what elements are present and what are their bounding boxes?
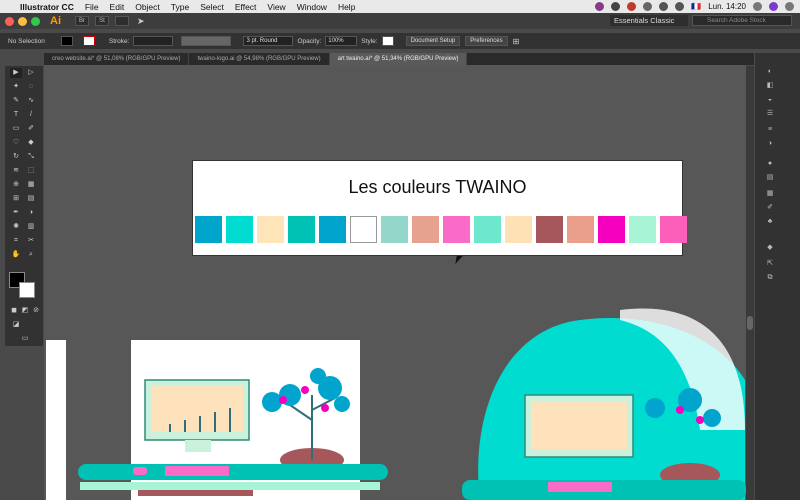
color-swatch[interactable] bbox=[288, 216, 315, 243]
color-palette-card[interactable]: Les couleurs TWAINO bbox=[192, 160, 687, 256]
color-swatch[interactable] bbox=[381, 216, 408, 243]
color-swatch[interactable] bbox=[598, 216, 625, 243]
leaf bbox=[334, 396, 350, 412]
keyboard bbox=[165, 466, 229, 476]
artboard-left-edge bbox=[46, 340, 66, 500]
color-swatch[interactable] bbox=[660, 216, 687, 243]
tomato bbox=[696, 416, 704, 424]
color-swatch[interactable] bbox=[474, 216, 501, 243]
leaf bbox=[262, 392, 282, 412]
color-swatch[interactable] bbox=[505, 216, 532, 243]
desk-top bbox=[78, 464, 388, 480]
tomato bbox=[321, 404, 329, 412]
color-swatch[interactable] bbox=[350, 216, 377, 243]
keyboard-right bbox=[548, 482, 612, 492]
color-swatch[interactable] bbox=[195, 216, 222, 243]
mouse bbox=[133, 467, 147, 475]
leaf bbox=[645, 398, 665, 418]
monitor-screen-right bbox=[531, 401, 627, 449]
tomato bbox=[676, 406, 684, 414]
color-swatch[interactable] bbox=[257, 216, 284, 243]
tomato bbox=[279, 396, 287, 404]
color-swatch[interactable] bbox=[412, 216, 439, 243]
tomato bbox=[301, 386, 309, 394]
swatch-row bbox=[195, 216, 687, 243]
palette-title: Les couleurs TWAINO bbox=[348, 177, 527, 197]
color-swatch[interactable] bbox=[567, 216, 594, 243]
color-swatch[interactable] bbox=[629, 216, 656, 243]
color-swatch[interactable] bbox=[319, 216, 346, 243]
desk-lower bbox=[80, 482, 380, 490]
color-swatch[interactable] bbox=[226, 216, 253, 243]
color-swatch[interactable] bbox=[443, 216, 470, 243]
monitor-stand bbox=[185, 440, 211, 452]
leaf bbox=[703, 409, 721, 427]
color-swatch[interactable] bbox=[536, 216, 563, 243]
leaf bbox=[310, 368, 326, 384]
